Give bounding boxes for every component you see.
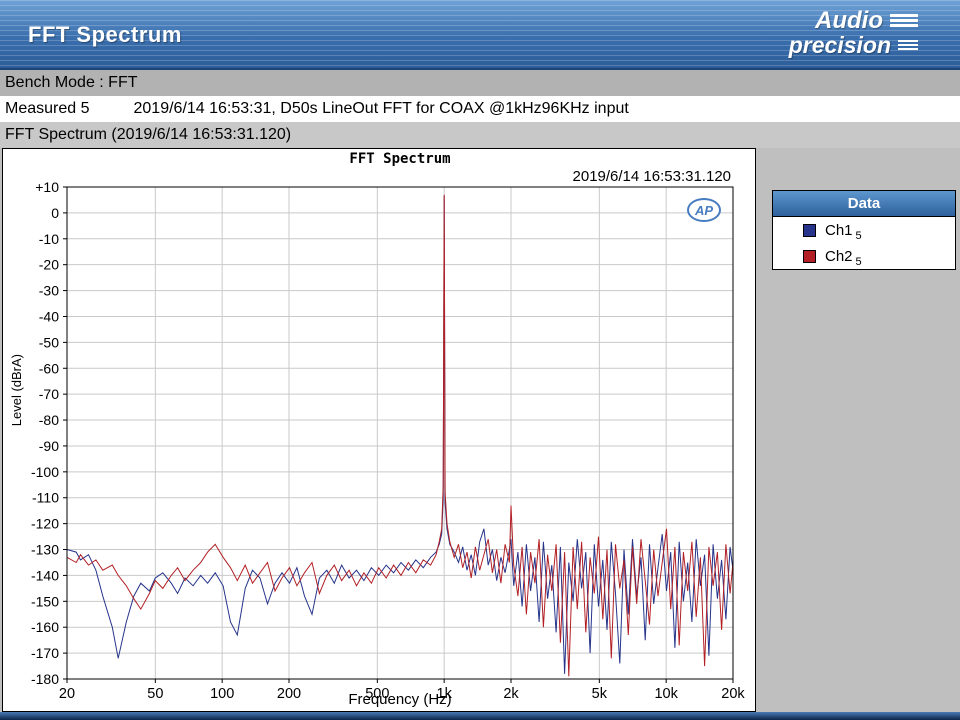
svg-text:-90: -90 (39, 438, 59, 454)
legend-sub-ch2: 5 (856, 256, 862, 268)
svg-text:-160: -160 (31, 619, 59, 635)
bottom-status-bar (0, 712, 960, 720)
svg-text:-10: -10 (39, 231, 59, 247)
svg-text:+10: +10 (35, 179, 59, 195)
svg-text:-170: -170 (31, 645, 59, 661)
ap-watermark-icon: AP (687, 198, 721, 222)
svg-text:-120: -120 (31, 516, 59, 532)
svg-text:-80: -80 (39, 412, 59, 428)
plot-timestamp: 2019/6/14 16:53:31.120 (573, 168, 731, 185)
legend-item-ch1[interactable]: Ch15 (773, 217, 955, 243)
svg-text:0: 0 (51, 205, 59, 221)
logo-bars-small-icon (898, 40, 918, 50)
y-axis-label: Level (dBrA) (9, 354, 24, 426)
bench-mode-text: Bench Mode : FFT (5, 74, 138, 91)
chart-subtitle-text: FFT Spectrum (2019/6/14 16:53:31.120) (5, 126, 291, 143)
svg-text:-100: -100 (31, 464, 59, 480)
x-axis-label: Frequency (Hz) (67, 691, 733, 708)
svg-text:-140: -140 (31, 567, 59, 583)
svg-text:-110: -110 (32, 490, 59, 506)
title-banner: FFT Spectrum Audio precision (0, 0, 960, 70)
audio-precision-logo: Audio precision (789, 8, 918, 57)
svg-text:-40: -40 (39, 308, 59, 324)
svg-text:-150: -150 (31, 593, 59, 609)
svg-text:-50: -50 (39, 334, 59, 350)
ch1-swatch-icon (803, 224, 816, 237)
svg-text:-60: -60 (39, 360, 59, 376)
bench-mode-bar: Bench Mode : FFT (0, 70, 960, 96)
fft-chart-panel: +10 0 -10 -20 -30 -40 -50 -60 -70 -80 -90 -100 -110 -… (2, 148, 756, 712)
logo-word-precision: precision (789, 33, 891, 57)
svg-text:-70: -70 (39, 386, 59, 402)
legend-label-ch1: Ch15 (825, 222, 862, 239)
svg-text:-30: -30 (39, 283, 59, 299)
svg-text:-130: -130 (31, 542, 59, 558)
measured-description: 2019/6/14 16:53:31, D50s LineOut FFT for… (134, 100, 629, 117)
chart-subtitle-bar: FFT Spectrum (2019/6/14 16:53:31.120) (0, 122, 960, 148)
logo-word-audio: Audio (815, 8, 883, 33)
logo-bars-icon (890, 14, 918, 27)
svg-text:-180: -180 (31, 671, 59, 687)
data-legend: Data Ch15 Ch25 (772, 190, 956, 270)
legend-sub-ch1: 5 (856, 230, 862, 242)
svg-text:-20: -20 (39, 257, 59, 273)
page-title: FFT Spectrum (28, 22, 182, 48)
spectrum-plot: +10 0 -10 -20 -30 -40 -50 -60 -70 -80 -90 -100 -110 -… (3, 149, 755, 711)
legend-item-ch2[interactable]: Ch25 (773, 243, 955, 269)
measured-label: Measured 5 (5, 100, 90, 117)
legend-header: Data (773, 191, 955, 217)
measured-bar: Measured 5 2019/6/14 16:53:31, D50s LineO… (0, 96, 960, 122)
ch2-swatch-icon (803, 250, 816, 263)
plot-title: FFT Spectrum (67, 151, 733, 167)
legend-label-ch2: Ch25 (825, 248, 862, 265)
